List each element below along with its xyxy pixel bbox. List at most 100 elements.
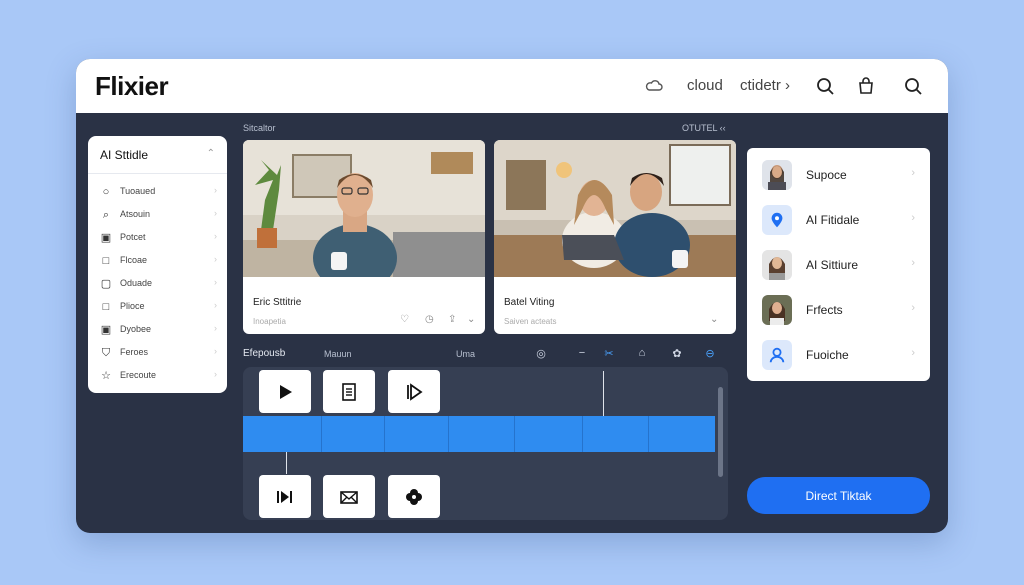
square-icon: ▣ [100, 324, 112, 336]
timeline-label-mid: Mauun [324, 349, 352, 359]
chevron-right-icon: › [911, 167, 915, 179]
play-outline-icon [407, 382, 423, 401]
chevron-right-icon: › [911, 212, 915, 224]
sidebar-item-label: Erecoute [120, 370, 157, 380]
right-panel-item-label: Supoce [806, 168, 847, 182]
timeline-scrollbar[interactable] [718, 387, 723, 477]
sidebar-item[interactable]: ▣ Dyobee › [88, 320, 227, 342]
sidebar-item-label: Potcet [120, 232, 146, 242]
timeline-track[interactable] [243, 416, 715, 452]
clock-icon[interactable]: ◷ [425, 314, 434, 325]
sidebar-item[interactable]: □ Flcoae › [88, 251, 227, 273]
chevron-right-icon: › [911, 347, 915, 359]
sidebar-header: AI Sttidle ⌃ [88, 136, 227, 174]
more-icon[interactable]: ⊖ [703, 347, 717, 360]
caret-icon[interactable]: ⌃ [207, 148, 215, 159]
effects-button[interactable] [388, 475, 440, 518]
location-pin-icon [762, 205, 792, 235]
title-bar: Flixier cloud ctidetr › [76, 59, 948, 113]
chevron-right-icon: › [214, 346, 217, 356]
right-panel-item-label: AI Fitidale [806, 213, 860, 227]
card-title: Eric Sttitrie [253, 297, 302, 308]
right-panel-item[interactable]: Supoce › [747, 148, 930, 192]
mail-icon [340, 490, 358, 504]
share-icon[interactable]: ⇪ [448, 314, 456, 325]
video-card[interactable]: Batel Viting Saiven acteats ⌄ [494, 140, 736, 334]
sidebar-title: AI Sttidle [100, 148, 149, 162]
cloud-link[interactable]: cloud [687, 77, 723, 94]
preview-button[interactable] [388, 370, 440, 413]
chevron-right-icon: › [214, 300, 217, 310]
search-icon: ⌕ [102, 209, 110, 221]
chevron-down-icon[interactable]: ⌄ [467, 314, 475, 325]
avatar [762, 250, 792, 280]
playhead[interactable] [603, 371, 604, 416]
sidebar-item-label: Dyobee [120, 324, 152, 334]
video-card[interactable]: Eric Sttitrie Inoapetia ♡ ◷ ⇪ ⌄ [243, 140, 485, 334]
avatar [762, 160, 792, 190]
square-icon: ▢ [100, 278, 112, 290]
card-subtitle: Inoapetia [253, 317, 286, 326]
left-sidebar: AI Sttidle ⌃ ○ Tuoaued › ⌕ Atsouin › ▣ P… [88, 136, 227, 393]
sidebar-item-label: Tuoaued [120, 186, 156, 196]
mail-button[interactable] [323, 475, 375, 518]
home-icon[interactable]: ⌂ [635, 347, 649, 359]
right-panel-item[interactable]: Fuoiche › [747, 328, 930, 372]
avatar [762, 295, 792, 325]
chevron-right-icon: › [911, 302, 915, 314]
cloud-icon[interactable] [644, 76, 664, 96]
person-icon [762, 340, 792, 370]
chevron-right-icon: › [214, 185, 217, 195]
video-thumbnail[interactable] [243, 140, 485, 277]
right-panel-item[interactable]: Frfects › [747, 283, 930, 327]
right-panel-item[interactable]: AI Sittiure › [747, 238, 930, 282]
square-icon: □ [102, 301, 110, 313]
sidebar-item-label: Feroes [120, 347, 149, 357]
circle-icon: ○ [102, 186, 110, 198]
right-panel: Supoce › AI Fitidale › AI Sittiure › Frf… [747, 148, 930, 381]
sidebar-item[interactable]: ○ Tuoaued › [88, 182, 227, 204]
sidebar-item[interactable]: ⛉ Feroes › [88, 343, 227, 365]
sidebar-item-label: Plioce [120, 301, 145, 311]
shield-icon: ⛉ [101, 347, 111, 359]
editor-window: Flixier cloud ctidetr › AI Sttidle ⌃ ○ T… [76, 59, 948, 533]
timeline-panel[interactable] [243, 367, 728, 520]
sidebar-item[interactable]: ☆ Erecoute › [88, 366, 227, 388]
chevron-right-icon: › [214, 208, 217, 218]
preview-section-right-label[interactable]: OTUTEL ‹‹ [682, 123, 726, 133]
menu-link[interactable]: ctidetr › [740, 77, 790, 94]
cut-icon[interactable]: ✂ [602, 347, 616, 360]
direct-tiktok-button[interactable]: Direct Tiktak [747, 477, 930, 514]
preview-section-label: Sitcaltor [243, 123, 276, 133]
video-thumbnail[interactable] [494, 140, 736, 277]
sidebar-item-label: Flcoae [120, 255, 148, 265]
sidebar-item[interactable]: □ Plioce › [88, 297, 227, 319]
sidebar-item[interactable]: ▢ Oduade › [88, 274, 227, 296]
chevron-down-icon[interactable]: ⌄ [710, 314, 718, 325]
sidebar-item-label: Oduade [120, 278, 153, 288]
sidebar-item-label: Atsouin [120, 209, 151, 219]
document-button[interactable] [323, 370, 375, 413]
timeline-label-left: Efepousb [243, 348, 286, 359]
playhead-marker[interactable] [286, 452, 287, 474]
card-title: Batel Viting [504, 297, 555, 308]
bag-icon[interactable] [856, 76, 876, 96]
box-icon: ▣ [100, 232, 112, 244]
search-icon[interactable] [903, 76, 923, 96]
sidebar-item[interactable]: ⌕ Atsouin › [88, 205, 227, 227]
step-forward-button[interactable] [259, 475, 311, 518]
right-panel-item[interactable]: AI Fitidale › [747, 193, 930, 237]
chevron-right-icon: › [214, 231, 217, 241]
right-panel-item-label: AI Sittiure [806, 258, 859, 272]
search-icon[interactable] [815, 76, 835, 96]
minus-icon[interactable]: − [575, 347, 589, 359]
heart-icon[interactable]: ♡ [400, 314, 409, 325]
star-icon: ☆ [101, 370, 111, 382]
chevron-right-icon: › [214, 277, 217, 287]
card-subtitle: Saiven acteats [504, 317, 557, 326]
flower-icon[interactable]: ✿ [670, 347, 684, 360]
sidebar-item[interactable]: ▣ Potcet › [88, 228, 227, 250]
play-button[interactable] [259, 370, 311, 413]
right-panel-item-label: Frfects [806, 303, 843, 317]
target-icon[interactable]: ◎ [534, 347, 548, 360]
